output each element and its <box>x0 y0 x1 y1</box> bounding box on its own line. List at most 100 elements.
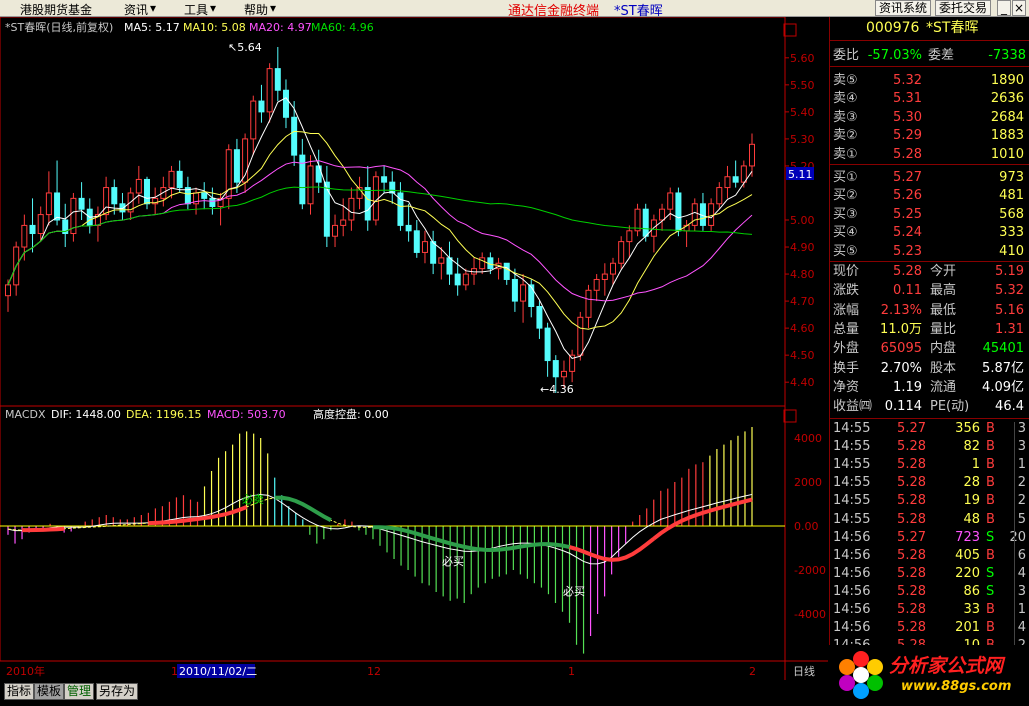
candle-body <box>577 316 584 356</box>
bid-row[interactable]: 买② 5.26 481 <box>830 187 1029 205</box>
close-icon[interactable]: × <box>1012 0 1026 16</box>
tick-volume: 86 <box>963 583 980 599</box>
stat-row[interactable]: 收益㈣ 0.114 PE(动) 46.4 <box>830 398 1029 416</box>
chevron-down-icon[interactable]: ▾ <box>150 1 156 15</box>
stat-label: 内盘 <box>930 341 957 357</box>
tick-volume: 48 <box>963 511 980 527</box>
bid-row[interactable]: 买④ 5.24 333 <box>830 224 1029 242</box>
candle-body <box>340 219 347 226</box>
ask-row[interactable]: 卖④ 5.31 2636 <box>830 90 1029 108</box>
chevron-down-icon[interactable]: ▾ <box>210 1 216 15</box>
tick-row[interactable]: 14:56 5.28 33 B 1 <box>830 601 1029 619</box>
trend-segment <box>274 495 332 522</box>
menu-tools[interactable]: 工具 <box>184 1 208 18</box>
stat-row[interactable]: 现价 5.28 今开 5.19 <box>830 263 1029 281</box>
pane-toggle-icon[interactable] <box>783 23 797 37</box>
tick-volume: 33 <box>963 602 980 617</box>
candle-body <box>749 143 755 167</box>
candle-body <box>618 241 625 264</box>
ask-row[interactable]: 卖③ 5.30 2684 <box>830 109 1029 127</box>
tick-time: 14:55 <box>833 439 871 455</box>
stat-label: 今开 <box>930 264 957 279</box>
stat-row[interactable]: 涨跌 0.11 最高 5.32 <box>830 282 1029 300</box>
candle-body <box>438 257 445 264</box>
tick-row[interactable]: 14:56 5.28 201 B 4 <box>830 619 1029 637</box>
candle-body <box>610 262 617 275</box>
candle-body <box>462 273 469 286</box>
tab-manage[interactable]: 管理 <box>64 683 95 700</box>
bid-label: 买⑤ <box>833 243 858 259</box>
candle-body <box>667 192 674 210</box>
stat-row[interactable]: 外盘 65095 内盘 45401 <box>830 340 1029 358</box>
tick-row[interactable]: 14:55 5.28 48 B 5 <box>830 511 1029 529</box>
tick-side: S <box>986 565 995 581</box>
tick-row[interactable]: 14:55 5.28 28 B 2 <box>830 474 1029 492</box>
tick-volume: 201 <box>955 620 980 636</box>
bid-row[interactable]: 买⑤ 5.23 410 <box>830 243 1029 261</box>
stat-row[interactable]: 总量 11.0万 量比 1.31 <box>830 321 1029 339</box>
period-label[interactable]: 日线 <box>793 664 815 678</box>
weibi-label: 委比 <box>833 48 860 63</box>
tick-scrollbar[interactable] <box>1014 422 1028 660</box>
stat-label: 量比 <box>930 321 957 337</box>
candle-body <box>593 278 600 291</box>
ask-row[interactable]: 卖① 5.28 1010 <box>830 146 1029 164</box>
chevron-down-icon[interactable]: ▾ <box>270 1 276 15</box>
candle-body <box>732 176 739 183</box>
tick-row[interactable]: 14:55 5.27 356 B 3 <box>830 420 1029 438</box>
tick-row[interactable]: 14:56 5.27 723 S 20 <box>830 529 1029 547</box>
trade-order-button[interactable]: 委托交易 <box>935 0 992 16</box>
ask-label: 卖③ <box>833 109 858 125</box>
ask-row[interactable]: 卖② 5.29 1883 <box>830 127 1029 145</box>
tick-side: B <box>986 547 995 563</box>
bid-row[interactable]: 买③ 5.25 568 <box>830 206 1029 224</box>
sell-signal: 必卖 <box>242 493 264 506</box>
tick-price: 5.27 <box>897 529 926 545</box>
tick-row[interactable]: 14:55 5.28 82 B 3 <box>830 438 1029 456</box>
candle-body <box>430 241 437 264</box>
stat-label: 涨幅 <box>833 302 860 318</box>
candle-body <box>381 176 388 183</box>
tick-time: 14:55 <box>833 511 871 527</box>
tick-volume: 220 <box>955 565 980 581</box>
chart-area[interactable]: 4000 2000 0.00 -2000 -4000 5.60 5.50 5.40 5.30 5… <box>0 16 828 680</box>
candle-body <box>78 197 85 210</box>
tab-indicator[interactable]: 指标 <box>4 683 35 700</box>
minimize-icon[interactable]: _ <box>997 0 1011 16</box>
bid-row[interactable]: 买① 5.27 973 <box>830 169 1029 187</box>
candle-body <box>45 192 52 216</box>
bid-volume: 481 <box>999 188 1024 204</box>
ask-volume: 2684 <box>990 109 1024 125</box>
pane-toggle-icon[interactable] <box>783 409 797 423</box>
stat-value: 5.87亿 <box>982 360 1024 376</box>
tab-template[interactable]: 模板 <box>34 683 65 700</box>
candle-body <box>5 284 11 297</box>
watermark-logo: 分析家公式网 www.88gs.com <box>829 645 1029 706</box>
trend-segment <box>22 526 65 533</box>
tick-row[interactable]: 14:56 5.28 405 B 6 <box>830 547 1029 565</box>
kline-chart[interactable]: 4000 2000 0.00 -2000 -4000 5.60 5.50 5.40 5.30 5… <box>0 16 828 680</box>
menu-info[interactable]: 资讯 <box>124 1 148 18</box>
ask-row[interactable]: 卖⑤ 5.32 1890 <box>830 72 1029 90</box>
stat-row[interactable]: 换手 2.70% 股本 5.87亿 <box>830 360 1029 378</box>
tab-save-as[interactable]: 另存为 <box>96 683 139 700</box>
tick-row[interactable]: 14:56 5.28 220 S 4 <box>830 565 1029 583</box>
bid-volume: 568 <box>999 206 1024 222</box>
stat-row[interactable]: 净资 1.19 流通 4.09亿 <box>830 379 1029 397</box>
candle-body <box>405 224 412 232</box>
tick-row[interactable]: 14:55 5.28 1 B 1 <box>830 456 1029 474</box>
stat-value: 46.4 <box>995 399 1024 415</box>
weicha-value: -7338 <box>988 48 1026 63</box>
tick-row[interactable]: 14:55 5.28 19 B 2 <box>830 492 1029 510</box>
menu-hk-futures-funds[interactable]: 港股期货基金 <box>20 1 92 18</box>
menu-help[interactable]: 帮助 <box>244 1 268 18</box>
stat-row[interactable]: 涨幅 2.13% 最低 5.16 <box>830 302 1029 320</box>
tick-row[interactable]: 14:56 5.28 86 S 3 <box>830 583 1029 601</box>
stat-label: 最低 <box>930 302 957 318</box>
ask-price: 5.31 <box>893 91 922 107</box>
candle-body <box>29 224 36 235</box>
candle-body <box>716 187 723 205</box>
time-label: 2010年 <box>6 664 45 678</box>
info-system-button[interactable]: 资讯系统 <box>875 0 932 16</box>
ask-volume: 2636 <box>990 91 1024 107</box>
